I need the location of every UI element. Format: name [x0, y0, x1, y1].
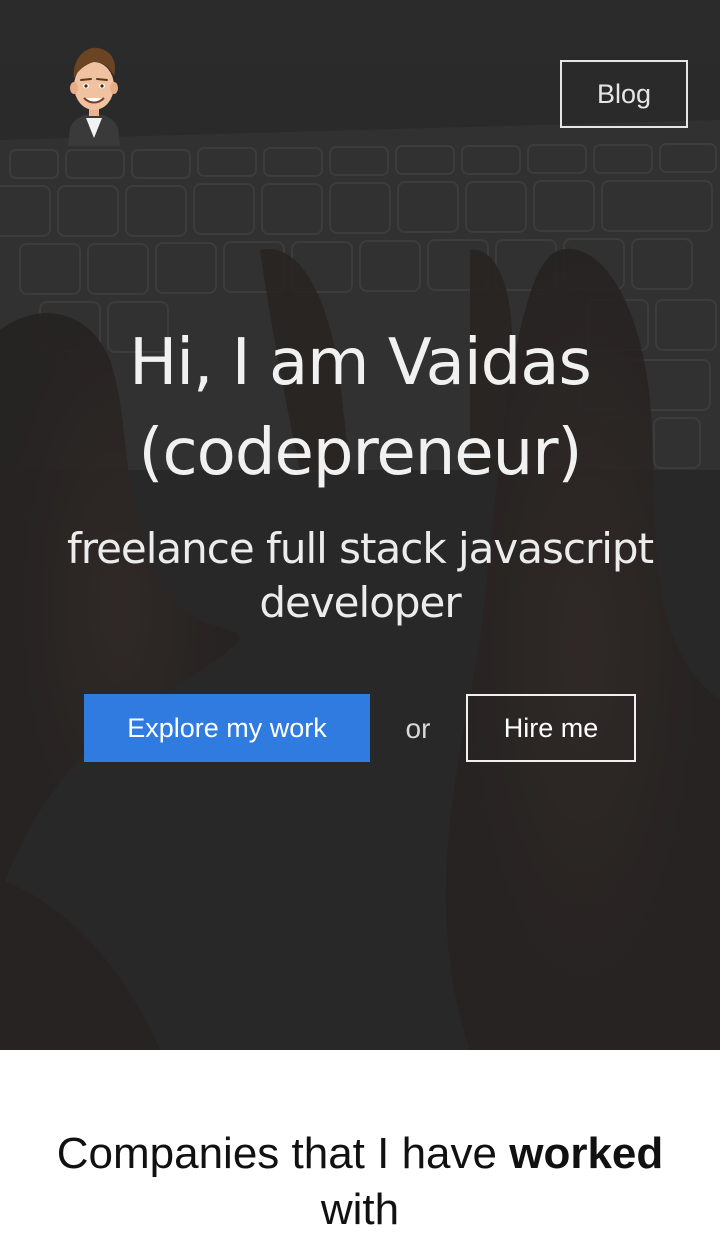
hero-subtitle: freelance full stack javascript develope… [66, 524, 654, 627]
companies-section: Companies that I have worked with [0, 1050, 720, 1236]
explore-my-work-button[interactable]: Explore my work [84, 694, 370, 762]
hero-title-line2: (codepreneur) [138, 416, 583, 490]
blog-button[interactable]: Blog [560, 60, 688, 128]
companies-title-bold: worked [509, 1129, 664, 1178]
companies-title: Companies that I have worked with [20, 1126, 700, 1238]
hero-title: Hi, I am Vaidas (codepreneur) [0, 318, 720, 498]
hero-section: Blog Hi, I am Vaidas (codepreneur) freel… [0, 0, 720, 1050]
companies-title-suffix: with [320, 1185, 400, 1234]
or-separator: or [405, 713, 431, 744]
companies-title-prefix: Companies that I have [56, 1129, 510, 1178]
hire-me-button[interactable]: Hire me [466, 694, 636, 762]
hero-title-line1: Hi, I am Vaidas [129, 326, 592, 400]
cta-row: Explore my work or Hire me [84, 694, 636, 762]
cartoon-avatar-icon[interactable] [64, 42, 124, 152]
